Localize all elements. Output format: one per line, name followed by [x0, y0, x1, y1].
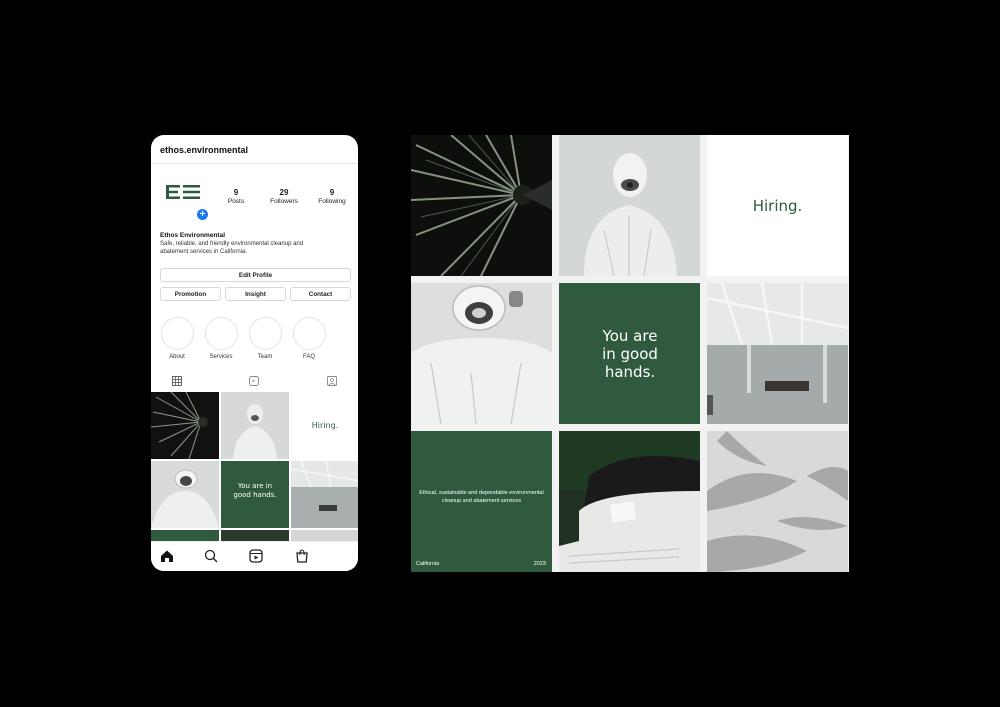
highlight-about[interactable]: About	[160, 317, 194, 360]
tile-palm-leaf[interactable]	[411, 135, 552, 276]
ethos-logo-icon	[166, 185, 200, 199]
highlight-services[interactable]: Services	[204, 317, 238, 360]
respirator-image	[411, 285, 552, 424]
highlight-faq[interactable]: FAQ	[292, 317, 326, 360]
edit-profile-button[interactable]: Edit Profile	[160, 268, 351, 282]
highlight-label: Team	[257, 354, 273, 360]
profile-name: Ethos Environmental	[160, 232, 226, 239]
highlight-team[interactable]: Team	[248, 317, 282, 360]
good-hands-text: You are in good hands.	[602, 327, 658, 381]
car-image	[559, 431, 700, 572]
location-text: California	[416, 561, 440, 567]
following-stat[interactable]: 9 Following	[307, 188, 357, 205]
palm-leaf-image	[151, 392, 208, 459]
shop-icon[interactable]	[294, 548, 310, 564]
tile-respirator[interactable]	[411, 283, 552, 424]
highlight-label: Services	[209, 354, 233, 360]
post-good-hands[interactable]: You are in good hands.	[221, 461, 289, 528]
tagged-icon[interactable]	[326, 375, 338, 387]
posts-label: Posts	[227, 198, 245, 205]
highlight-ring	[248, 317, 282, 350]
year-text: 2023	[533, 561, 546, 567]
followers-label: Followers	[270, 198, 298, 205]
profile-bio: Safe, reliable, and friendly environment…	[160, 241, 304, 255]
post-hazmat-suit[interactable]	[221, 392, 289, 459]
palm-leaf-image	[411, 135, 552, 276]
tile-tagline[interactable]: Ethical, sustainable and dependable envi…	[411, 431, 552, 572]
reels-icon[interactable]	[248, 375, 260, 387]
followers-stat[interactable]: 29 Followers	[259, 188, 309, 205]
post-warehouse[interactable]	[291, 461, 358, 528]
warehouse-image	[291, 461, 358, 528]
profile-header: ethos.environmental	[151, 135, 358, 164]
tile-warehouse[interactable]	[707, 283, 848, 424]
hiring-text: Hiring.	[752, 197, 803, 215]
followers-count: 29	[279, 188, 289, 197]
highlight-ring	[204, 317, 238, 350]
insight-button[interactable]: Insight	[225, 287, 286, 301]
leaf-shadow-image	[707, 431, 848, 572]
warehouse-image	[707, 283, 848, 424]
tagline-text: Ethical, sustainable and dependable envi…	[419, 490, 544, 504]
highlight-ring	[292, 317, 326, 350]
post-palm[interactable]	[151, 392, 219, 459]
highlight-label: About	[169, 354, 185, 360]
profile-post-grid: Hiring. You are in good hands.	[151, 392, 358, 571]
following-label: Following	[318, 198, 346, 205]
following-count: 9	[329, 188, 335, 197]
post-good-hands-text: You are in good hands.	[233, 482, 277, 499]
bottom-navigation	[151, 541, 358, 571]
tile-good-hands[interactable]: You are in good hands.	[559, 283, 700, 424]
home-icon[interactable]	[159, 548, 175, 564]
posts-count: 9	[233, 188, 239, 197]
add-story-icon[interactable]: +	[196, 208, 209, 221]
reels-nav-icon[interactable]	[248, 548, 264, 564]
phone-mockup: ethos.environmental + 9 Posts 29 Followe…	[151, 135, 358, 571]
username: ethos.environmental	[160, 145, 249, 155]
highlight-label: FAQ	[302, 354, 315, 360]
respirator-image	[151, 469, 219, 528]
highlight-ring	[160, 317, 194, 350]
hazmat-person-image	[233, 404, 277, 459]
posts-stat[interactable]: 9 Posts	[211, 188, 261, 205]
feed-grid: Hiring. You are in good hands. Ethical, …	[411, 135, 849, 572]
promotion-button[interactable]: Promotion	[160, 287, 221, 301]
search-icon[interactable]	[203, 548, 219, 564]
grid-icon[interactable]	[171, 375, 183, 387]
contact-button[interactable]: Contact	[290, 287, 351, 301]
post-hiring[interactable]: Hiring.	[291, 392, 358, 459]
tile-hazmat-suit[interactable]	[559, 135, 700, 276]
tile-car[interactable]	[559, 431, 700, 572]
tile-leaf-shadow[interactable]	[707, 431, 848, 572]
avatar[interactable]	[160, 171, 202, 213]
post-hiring-text: Hiring.	[311, 421, 339, 430]
hazmat-person-image	[559, 135, 700, 276]
tile-hiring[interactable]: Hiring.	[707, 135, 848, 276]
post-respirator[interactable]	[151, 461, 219, 528]
